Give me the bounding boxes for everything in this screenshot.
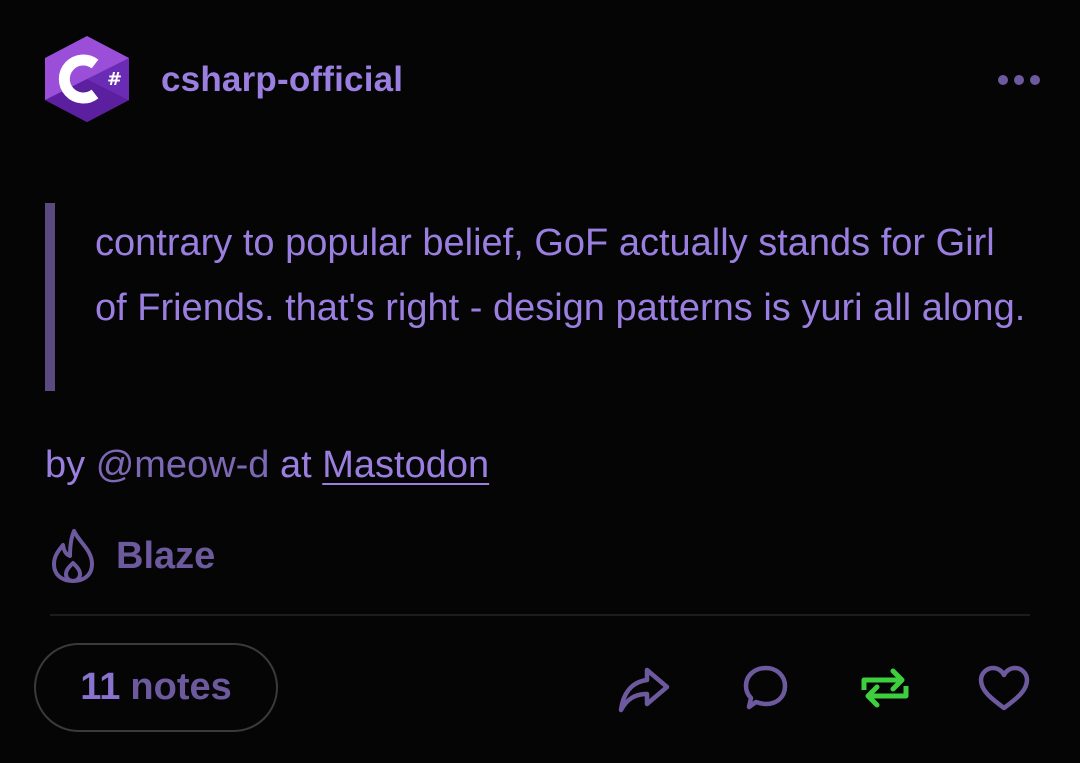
byline-middle: at [280, 444, 312, 486]
more-horizontal-icon [998, 75, 1040, 85]
heart-icon [978, 665, 1030, 711]
blockquote: contrary to popular belief, GoF actually… [45, 203, 1045, 391]
source-link[interactable]: Mastodon [322, 444, 489, 486]
source-handle: @meow-d [95, 444, 270, 486]
notes-label: notes [130, 666, 232, 708]
post-header: # csharp-official [43, 34, 1043, 124]
reply-button[interactable] [737, 660, 793, 716]
quote-bar [45, 203, 55, 391]
post-view: # csharp-official contrary to popular be… [0, 0, 1080, 763]
source-attribution: by @meow-d at Mastodon [45, 444, 489, 487]
blaze-label: Blaze [116, 534, 216, 577]
like-button[interactable] [976, 660, 1032, 716]
svg-text:#: # [107, 69, 122, 90]
avatar[interactable]: # [43, 34, 131, 124]
divider [50, 614, 1030, 616]
comment-bubble-icon [743, 665, 788, 710]
notes-button[interactable]: 11 notes [34, 643, 278, 732]
share-arrow-icon [618, 667, 670, 713]
more-options-button[interactable] [995, 70, 1043, 90]
blog-name[interactable]: csharp-official [161, 60, 403, 100]
reblog-button[interactable] [857, 660, 913, 716]
notes-count: 11 [80, 666, 121, 708]
post-body-text: contrary to popular belief, GoF actually… [95, 222, 1026, 329]
flame-icon [52, 529, 94, 583]
share-button[interactable] [616, 660, 672, 716]
byline-prefix: by [45, 444, 86, 486]
blaze-button[interactable]: Blaze [48, 526, 215, 586]
csharp-logo-icon: # [45, 36, 129, 122]
reblog-icon [861, 668, 909, 708]
